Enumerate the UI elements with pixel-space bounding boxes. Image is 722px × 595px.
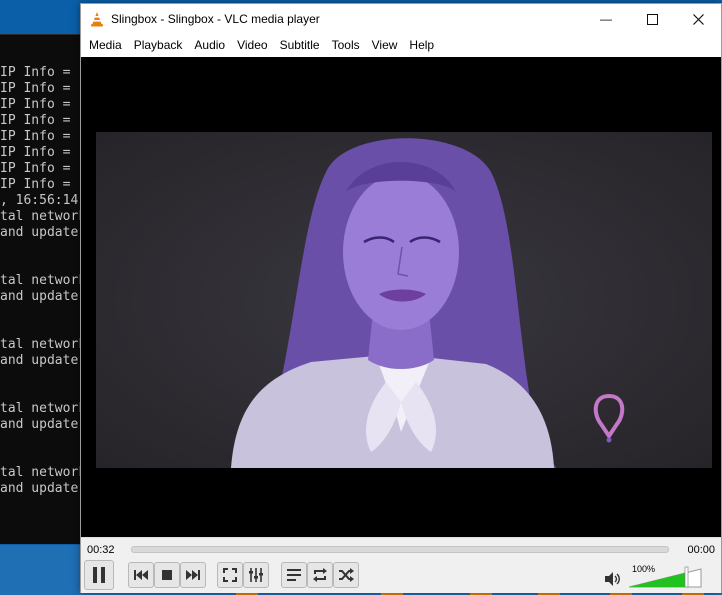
menu-media[interactable]: Media bbox=[83, 34, 128, 56]
menu-playback[interactable]: Playback bbox=[128, 34, 189, 56]
console-line: tal network bbox=[0, 337, 87, 352]
menu-audio[interactable]: Audio bbox=[188, 34, 231, 56]
control-bar: 00:32 00:00 100% bbox=[81, 537, 721, 593]
console-line: IP Info = bbox=[0, 65, 71, 80]
extended-settings-icon bbox=[249, 568, 263, 582]
extended-settings-button[interactable] bbox=[243, 562, 269, 588]
console-line: IP Info = bbox=[0, 97, 71, 112]
previous-button[interactable] bbox=[128, 562, 154, 588]
shuffle-button[interactable] bbox=[333, 562, 359, 588]
menu-tools[interactable]: Tools bbox=[326, 34, 366, 56]
video-area[interactable] bbox=[81, 57, 721, 537]
console-line: and update bbox=[0, 481, 79, 496]
menu-view[interactable]: View bbox=[366, 34, 404, 56]
minimize-button[interactable]: — bbox=[583, 4, 629, 34]
speaker-icon[interactable] bbox=[605, 572, 621, 586]
console-line: and update bbox=[0, 417, 79, 432]
menu-video[interactable]: Video bbox=[231, 34, 273, 56]
previous-icon bbox=[134, 570, 148, 580]
console-line: , 16:56:14. bbox=[0, 193, 87, 208]
console-output: IP Info = IP Info = IP Info = IP Info = IP I… bbox=[0, 65, 86, 497]
console-line: tal network bbox=[0, 401, 87, 416]
console-line: IP Info = bbox=[0, 81, 71, 96]
fullscreen-icon bbox=[223, 568, 237, 582]
minimize-icon: — bbox=[600, 12, 612, 26]
console-line: IP Info = bbox=[0, 129, 71, 144]
video-frame bbox=[96, 132, 712, 468]
elapsed-time: 00:32 bbox=[87, 544, 115, 556]
volume-handle[interactable] bbox=[684, 566, 689, 588]
playlist-icon bbox=[287, 569, 301, 581]
fullscreen-button[interactable] bbox=[217, 562, 243, 588]
console-line: IP Info = bbox=[0, 161, 71, 176]
loop-icon bbox=[313, 568, 327, 582]
console-line: tal network bbox=[0, 273, 87, 288]
remaining-time: 00:00 bbox=[687, 544, 715, 556]
console-line: tal network bbox=[0, 465, 87, 480]
next-button[interactable] bbox=[180, 562, 206, 588]
pause-button[interactable] bbox=[84, 560, 114, 590]
console-line: IP Info = bbox=[0, 177, 71, 192]
maximize-button[interactable] bbox=[629, 4, 675, 34]
console-line: IP Info = bbox=[0, 145, 71, 160]
video-picture bbox=[96, 132, 712, 468]
console-line: IP Info = bbox=[0, 113, 71, 128]
next-icon bbox=[186, 570, 200, 580]
menu-bar: Media Playback Audio Video Subtitle Tools View… bbox=[81, 34, 721, 56]
maximize-icon bbox=[646, 13, 658, 25]
title-bar[interactable]: Slingbox - Slingbox - VLC media player — bbox=[81, 4, 721, 34]
menu-help[interactable]: Help bbox=[403, 34, 440, 56]
console-line: and update bbox=[0, 289, 79, 304]
pause-icon bbox=[93, 567, 105, 583]
shuffle-icon bbox=[339, 568, 354, 582]
stop-icon bbox=[162, 570, 172, 580]
vlc-window[interactable]: Slingbox - Slingbox - VLC media player —… bbox=[80, 3, 722, 593]
stop-button[interactable] bbox=[154, 562, 180, 588]
menu-subtitle[interactable]: Subtitle bbox=[274, 34, 326, 56]
close-icon bbox=[692, 13, 704, 25]
console-line: tal network bbox=[0, 209, 87, 224]
console-line: and update bbox=[0, 353, 79, 368]
window-title: Slingbox - Slingbox - VLC media player bbox=[111, 12, 320, 26]
loop-button[interactable] bbox=[307, 562, 333, 588]
console-window[interactable]: IP Info = IP Info = IP Info = IP Info = IP I… bbox=[0, 34, 86, 544]
vlc-cone-icon bbox=[91, 12, 103, 27]
volume-slider[interactable] bbox=[629, 566, 703, 588]
close-button[interactable] bbox=[675, 4, 721, 34]
seek-bar[interactable] bbox=[131, 546, 669, 553]
console-line: and update bbox=[0, 225, 79, 240]
playlist-button[interactable] bbox=[281, 562, 307, 588]
